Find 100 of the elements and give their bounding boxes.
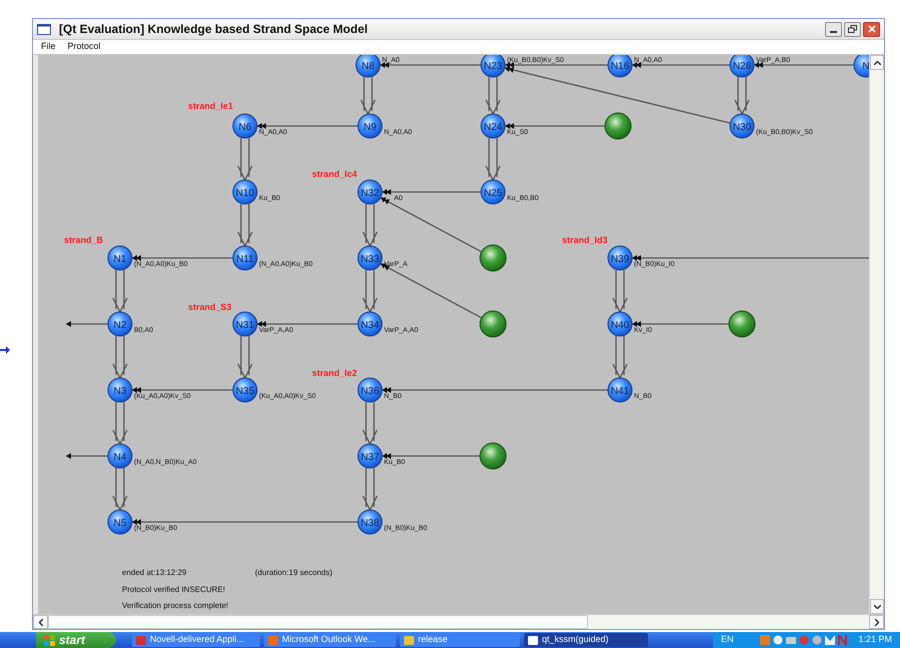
strand-arrow [734, 76, 750, 116]
node-label: N16 [610, 61, 630, 72]
app-icon [268, 636, 278, 644]
strand-node[interactable] [358, 246, 382, 270]
chevron-right-icon [874, 618, 878, 626]
message-arrow [66, 321, 108, 327]
strand-node[interactable] [854, 55, 870, 78]
windows-logo-icon [44, 634, 55, 646]
chevron-left-icon [38, 618, 42, 626]
tray-icon[interactable] [825, 635, 836, 645]
node-label: N25 [484, 188, 502, 199]
node-label: N31 [236, 320, 254, 331]
strand-node[interactable] [480, 180, 506, 204]
node-label: N38 [360, 518, 380, 529]
penetrator-node[interactable] [480, 442, 506, 470]
strand-arrow [485, 76, 501, 116]
strand-node[interactable] [480, 55, 506, 78]
minimize-button[interactable] [825, 22, 842, 36]
strand-node[interactable] [358, 378, 382, 402]
close-button[interactable] [863, 22, 880, 36]
node-label: N24 [484, 122, 502, 133]
close-icon [868, 25, 876, 33]
window-icon [37, 24, 51, 34]
strand-node[interactable] [232, 378, 258, 402]
strand-node[interactable] [232, 312, 258, 336]
menu-item[interactable]: Protocol [68, 40, 101, 54]
strand-arrow [237, 335, 253, 380]
restore-icon [848, 25, 857, 33]
node-label: N37 [360, 452, 380, 463]
scroll-left-button[interactable] [33, 615, 48, 629]
window-title: [Qt Evaluation] Knowledge based Strand Space Model [59, 21, 368, 38]
penetrator-node[interactable] [604, 112, 632, 140]
duration-text: (duration:19 seconds) [255, 568, 332, 577]
language-indicator[interactable]: EN [720, 633, 734, 647]
node-label: N9 [364, 122, 376, 133]
node-label: N2 [114, 320, 126, 331]
strand-node[interactable] [108, 444, 132, 468]
scrollbar-thumb[interactable] [48, 615, 588, 629]
strand-arrow [237, 137, 253, 182]
minimize-icon [830, 30, 837, 32]
menu-item[interactable]: File [41, 40, 56, 54]
node-label: N28 [732, 61, 752, 72]
strand-node[interactable] [232, 114, 258, 138]
scroll-down-button[interactable] [870, 599, 884, 614]
strand-node[interactable] [358, 114, 382, 138]
strand-node[interactable] [608, 312, 632, 336]
strand-node[interactable] [232, 180, 258, 204]
strand-title: strand_Id3 [562, 235, 608, 245]
taskbar-button[interactable]: Microsoft Outlook We... [264, 633, 396, 647]
strand-arrow [485, 137, 501, 182]
node-label: N5 [114, 518, 126, 529]
node-label: N23 [484, 61, 502, 72]
strand-title: strand_B [64, 235, 104, 245]
penetrator-node[interactable] [480, 310, 506, 338]
tray-icon[interactable] [773, 635, 784, 645]
strand-node[interactable] [358, 312, 382, 336]
penetrator-node[interactable] [728, 310, 756, 338]
node-label: N34 [360, 320, 380, 331]
strand-arrow [112, 269, 128, 314]
strand-node[interactable] [608, 55, 632, 78]
strand-node[interactable] [608, 378, 632, 402]
scroll-right-button[interactable] [869, 615, 884, 629]
status-message: Protocol verified INSECURE! [122, 585, 226, 594]
strand-arrow [612, 335, 628, 380]
strand-arrow [362, 269, 378, 314]
strand-node[interactable] [358, 510, 382, 534]
strand-arrow [362, 203, 378, 248]
strand-node[interactable] [358, 444, 382, 468]
strand-title: strand_Ie2 [312, 368, 358, 378]
scroll-up-button[interactable] [870, 55, 884, 70]
start-button[interactable]: start [36, 632, 116, 648]
app-icon [136, 636, 146, 644]
strand-arrow [112, 335, 128, 380]
strand-node[interactable] [608, 246, 632, 270]
restore-button[interactable] [844, 22, 861, 36]
chevron-down-icon [874, 604, 880, 608]
strand-node[interactable] [730, 114, 754, 138]
strand-arrow [362, 401, 378, 446]
strand-node[interactable] [480, 114, 506, 138]
end-time-text: ended at:13:12:29 [122, 568, 187, 577]
clock: 1:21 PM [858, 633, 892, 646]
strand-node[interactable] [730, 55, 754, 78]
message-arrow [66, 453, 108, 459]
strand-title: strand_Ie1 [188, 101, 234, 111]
node-label: N8 [362, 61, 374, 72]
node-label: N39 [610, 254, 630, 265]
strand-node[interactable] [108, 312, 132, 336]
taskbar-button[interactable]: Novell-delivered Appli... [132, 633, 260, 647]
strand-node[interactable] [232, 246, 258, 270]
strand-node[interactable] [356, 55, 380, 78]
strand-node[interactable] [358, 180, 382, 204]
strand-arrow [112, 401, 128, 446]
taskbar-button[interactable]: qt_kssm(guided) [524, 633, 648, 647]
strand-node[interactable] [108, 246, 132, 270]
penetrator-node[interactable] [480, 244, 506, 272]
node-label: N [862, 61, 870, 72]
strand-node[interactable] [108, 510, 132, 534]
node-label: N32 [360, 188, 380, 199]
taskbar-button[interactable]: release [400, 633, 520, 647]
strand-node[interactable] [108, 378, 132, 402]
